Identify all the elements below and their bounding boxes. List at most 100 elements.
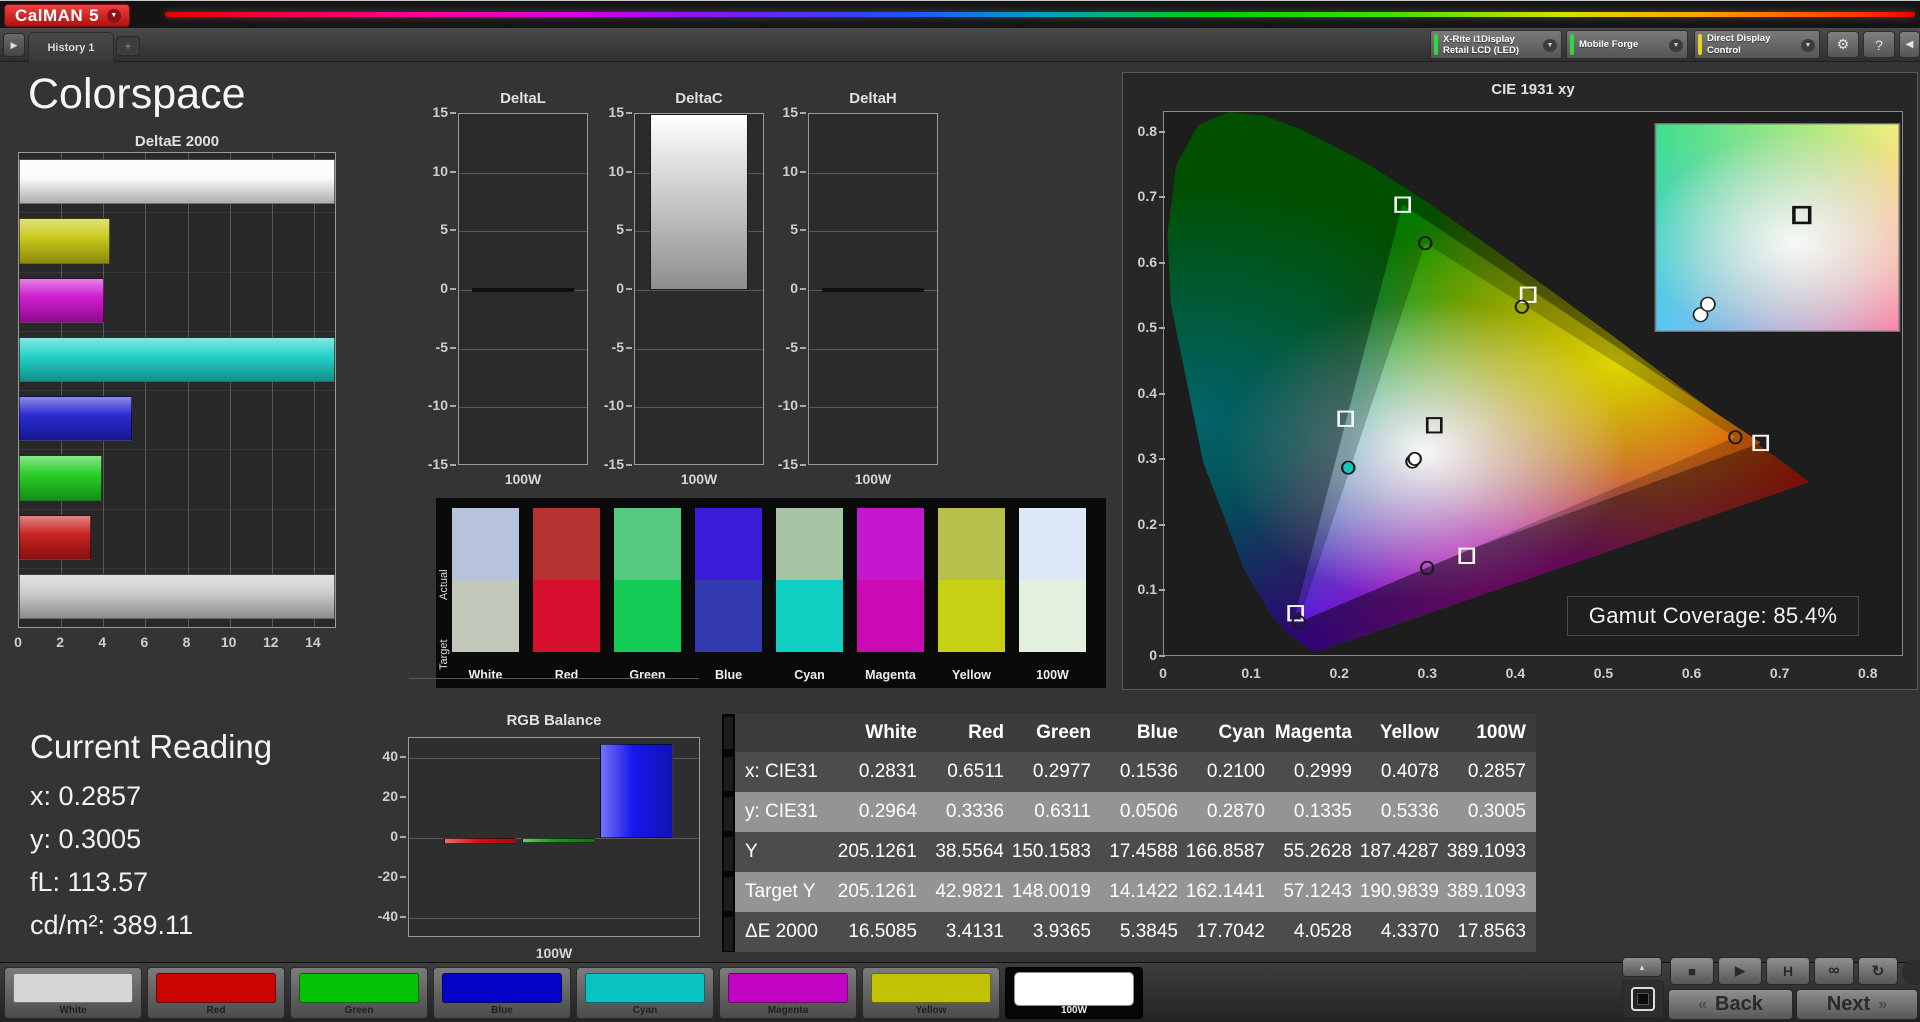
table-cell: 187.4287 <box>1359 841 1439 862</box>
table-cell: 0.1536 <box>1119 761 1178 782</box>
axis-tick: 0 <box>364 828 406 844</box>
collapse-panel-button[interactable]: ◀ <box>1899 31 1920 58</box>
next-button[interactable]: Next » <box>1796 989 1918 1020</box>
patch-label: 100W <box>1060 1005 1088 1016</box>
patch-button-cyan[interactable]: Cyan <box>576 967 714 1019</box>
patch-button-blue[interactable]: Blue <box>433 967 571 1019</box>
swatch-column-green: Green <box>614 498 681 688</box>
hold-icon: H <box>1782 963 1794 979</box>
stop-button[interactable]: ■ <box>1670 957 1714 985</box>
continuous-read-button[interactable]: ∞ <box>1814 957 1854 985</box>
patch-button-yellow[interactable]: Yellow <box>862 967 1000 1019</box>
expand-panel-button[interactable]: ▲ <box>1622 957 1662 977</box>
axis-tick: 0.5 <box>1123 319 1165 335</box>
gutter-block <box>724 717 733 749</box>
row-label: ΔE 2000 <box>745 921 818 942</box>
gutter-block <box>724 917 733 951</box>
add-tab-button[interactable]: + <box>116 36 140 56</box>
slot-separator <box>19 390 335 391</box>
swatch-label: Magenta <box>865 668 916 682</box>
table-cell: 205.1261 <box>837 881 917 902</box>
chevron-down-icon: ▼ <box>1669 39 1683 52</box>
axis-tick: -20 <box>364 868 406 884</box>
table-cell: 0.4078 <box>1380 761 1439 782</box>
reading-cdm2: cd/m²: 389.11 <box>30 910 194 940</box>
axis-tick: 10 <box>764 163 806 179</box>
table-cell: 4.0528 <box>1293 921 1352 942</box>
axis-tick: 0.2 <box>1329 665 1349 681</box>
bottom-bar: White Red Green Blue Cyan Magenta Yellow 100W ▲… <box>0 957 1920 1022</box>
patch-label: Blue <box>491 1005 513 1016</box>
settings-button[interactable]: ⚙ <box>1827 31 1859 58</box>
gutter-block <box>724 877 733 911</box>
deltae-bar-cyan <box>19 336 335 382</box>
tab-scroll-button[interactable]: ▶ <box>3 33 25 57</box>
source-dropdown[interactable]: Mobile Forge ▼ <box>1566 30 1688 59</box>
page-title: Colorspace <box>28 70 246 118</box>
reading-y: y: 0.3005 <box>30 824 142 854</box>
table-cell: 162.1441 <box>1185 881 1265 902</box>
display-status-indicator <box>1698 34 1702 55</box>
row-label: Y <box>745 841 758 862</box>
row-label: Target Y <box>745 881 816 902</box>
deltaH-x-label: 100W <box>854 471 892 487</box>
axis-tick: 4 <box>98 634 107 650</box>
actual-swatch <box>776 508 843 580</box>
hold-button[interactable]: H <box>1766 957 1810 985</box>
tab-history1[interactable]: History 1 <box>28 32 114 62</box>
row-label: x: CIE31 <box>745 761 818 782</box>
gamut-coverage-badge: Gamut Coverage: 85.4% <box>1567 596 1859 636</box>
reading-x: x: 0.2857 <box>30 781 142 811</box>
rgb-bar-red <box>443 838 517 844</box>
swatch-label: Blue <box>714 668 743 682</box>
refresh-button[interactable]: ↻ <box>1858 957 1898 985</box>
axis-tick: 40 <box>364 748 406 764</box>
table-cell: 3.9365 <box>1032 921 1091 942</box>
axis-tick: -10 <box>414 397 456 413</box>
back-button[interactable]: « Back <box>1668 989 1793 1020</box>
patch-button-white[interactable]: White <box>4 967 142 1019</box>
patch-window-button[interactable] <box>1622 980 1664 1018</box>
table-row: Target Y 205.1261 42.9821 148.0019 14.1422 16… <box>735 872 1536 912</box>
deltae-chart-title: DeltaE 2000 <box>134 133 220 150</box>
gutter-block <box>724 757 733 791</box>
patch-swatch <box>299 973 419 1003</box>
table-row: ΔE 2000 16.5085 3.4131 3.9365 5.3845 17.7042 4… <box>735 912 1536 952</box>
deltae-bar-white <box>19 159 335 205</box>
gridline <box>809 407 937 409</box>
help-button[interactable]: ? <box>1863 31 1895 58</box>
axis-tick: -10 <box>590 397 632 413</box>
axis-tick: 10 <box>590 163 632 179</box>
app-logo-menu[interactable]: CalMAN 5 ▼ <box>4 4 131 27</box>
axis-tick: 0 <box>14 634 22 650</box>
rgb-balance-chart <box>408 678 700 999</box>
table-cell: 205.1261 <box>837 841 917 862</box>
axis-tick: -5 <box>414 339 456 355</box>
deltaC-bar <box>650 114 748 290</box>
axis-tick: 0.3 <box>1417 665 1438 681</box>
patch-button-green[interactable]: Green <box>290 967 428 1019</box>
play-button[interactable]: ▶ <box>1718 957 1762 985</box>
table-cell: 0.1335 <box>1293 801 1352 822</box>
rainbow-strip <box>165 12 1915 17</box>
table-cell: 0.0506 <box>1119 801 1178 822</box>
patch-button-magenta[interactable]: Magenta <box>719 967 857 1019</box>
axis-tick: 8 <box>182 634 191 650</box>
table-row: Y 205.1261 38.5564 150.1583 17.4588 166.8587 5… <box>735 832 1536 872</box>
gridline <box>409 918 699 919</box>
meter-dropdown[interactable]: X-Rite i1Display Retail LCD (LED) ▼ <box>1430 30 1562 59</box>
swatch-label: Red <box>554 668 579 682</box>
target-row-label: Target <box>438 639 450 671</box>
display-control-dropdown[interactable]: Direct Display Control ▼ <box>1694 30 1820 59</box>
deltae-chart <box>18 152 336 628</box>
measured-marker-100w <box>1407 451 1422 466</box>
collapse-icon: ◀ <box>1905 39 1914 50</box>
deltaC-x-label: 100W <box>680 471 718 487</box>
table-cell: 42.9821 <box>935 881 1004 902</box>
axis-tick: 0 <box>1123 647 1165 663</box>
table-cell: 0.2870 <box>1206 801 1265 822</box>
patch-button-red[interactable]: Red <box>147 967 285 1019</box>
axis-tick: 0 <box>414 280 456 296</box>
patch-button-100w[interactable]: 100W <box>1005 967 1143 1019</box>
axis-tick: 10 <box>414 163 456 179</box>
